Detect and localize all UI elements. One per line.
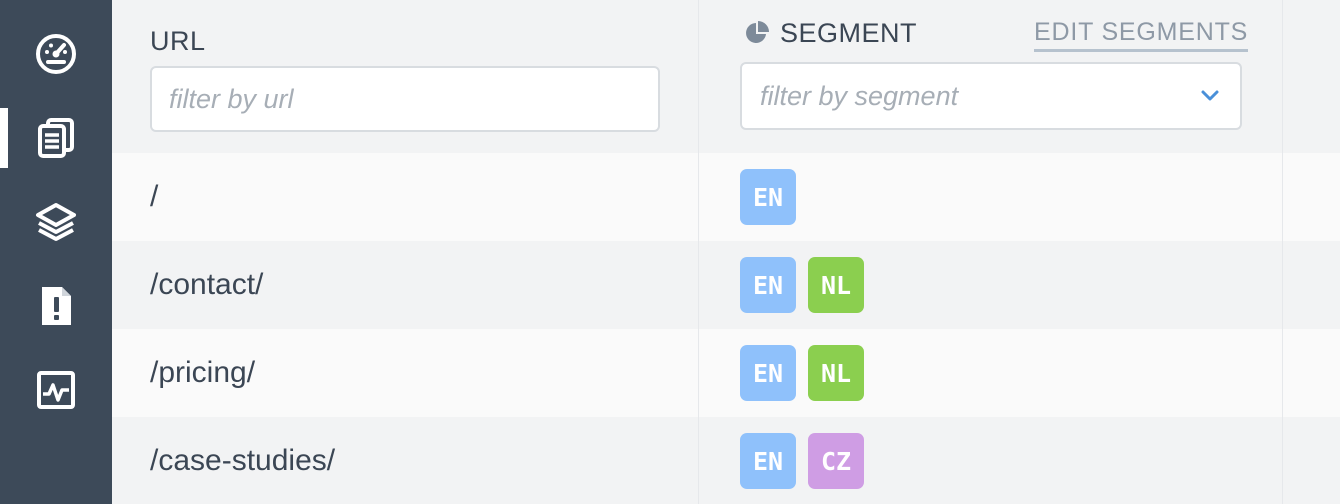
segment-column-label: SEGMENT — [780, 17, 918, 48]
alert-document-icon — [42, 287, 71, 325]
table-header: URL SEGMENT EDIT SEGMENTS filter by segm… — [112, 0, 1340, 153]
nav-item-pages[interactable] — [0, 96, 112, 180]
pages-icon — [38, 118, 74, 158]
table-row[interactable]: /case-studies/ EN CZ — [112, 417, 1340, 504]
pie-chart-icon — [746, 21, 769, 43]
segment-filter-placeholder: filter by segment — [760, 80, 959, 111]
segment-badge: EN — [740, 257, 796, 313]
column-divider — [1282, 0, 1283, 504]
segment-badge: NL — [808, 345, 864, 401]
nav-item-activity[interactable] — [0, 348, 112, 432]
edit-segments-link[interactable]: EDIT SEGMENTS — [1034, 18, 1249, 52]
nav-item-layers[interactable] — [0, 180, 112, 264]
column-divider — [698, 0, 699, 504]
chevron-down-icon — [1201, 90, 1219, 101]
table-row[interactable]: / EN — [112, 153, 1340, 241]
url-column-label: URL — [150, 26, 206, 56]
row-segments: EN NL — [740, 257, 876, 313]
layers-icon — [36, 203, 76, 241]
segment-badge: EN — [740, 345, 796, 401]
segment-badge: CZ — [808, 433, 864, 489]
row-segments: EN NL — [740, 345, 876, 401]
table-row[interactable]: /contact/ EN NL — [112, 241, 1340, 329]
main-content: URL SEGMENT EDIT SEGMENTS filter by segm… — [112, 0, 1340, 504]
table-row[interactable]: /pricing/ EN NL — [112, 329, 1340, 417]
row-segments: EN — [740, 169, 808, 225]
segment-filter-select[interactable]: filter by segment — [740, 62, 1242, 130]
row-url: /contact/ — [150, 268, 264, 301]
url-filter-input[interactable] — [150, 66, 660, 132]
segment-column-header: SEGMENT — [744, 18, 917, 48]
nav-item-dashboard[interactable] — [0, 12, 112, 96]
row-url: /case-studies/ — [150, 444, 336, 477]
sidebar — [0, 0, 112, 504]
row-segments: EN CZ — [740, 433, 876, 489]
nav-item-alerts[interactable] — [0, 264, 112, 348]
activity-icon — [37, 371, 75, 409]
segment-badge: EN — [740, 169, 796, 225]
segment-badge: EN — [740, 433, 796, 489]
row-url: /pricing/ — [150, 356, 256, 389]
row-url: / — [150, 180, 159, 213]
dashboard-icon — [36, 34, 76, 74]
segment-badge: NL — [808, 257, 864, 313]
